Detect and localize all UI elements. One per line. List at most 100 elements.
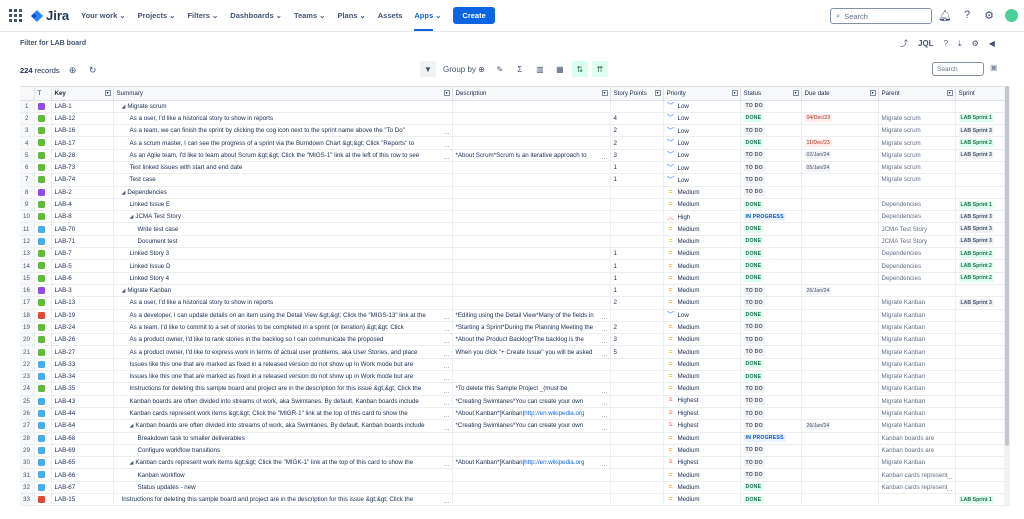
description-cell[interactable] [452, 432, 611, 445]
table-row[interactable]: 22 LAB-33 Issues like this one that are ma… [20, 358, 1004, 372]
status-cell[interactable]: TO DO [740, 444, 802, 458]
sum-icon[interactable]: Σ [511, 61, 528, 77]
status-cell[interactable]: TO DO [740, 407, 802, 421]
status-cell[interactable]: DONE [740, 112, 802, 126]
priority-cell[interactable]: = Medium [663, 259, 741, 273]
status-cell[interactable]: TO DO [740, 284, 802, 298]
due-date-cell[interactable] [801, 444, 879, 458]
status-badge[interactable]: DONE [743, 114, 764, 123]
table-row[interactable]: 13 LAB-7 Linked Story 3 1 = Medium DONE Depende… [20, 247, 1004, 261]
priority-cell[interactable]: ﹀ Low [663, 161, 741, 175]
sprint-cell[interactable] [955, 468, 1004, 482]
collapse-icon[interactable]: ◢ [130, 423, 134, 429]
priority-cell[interactable]: ⩯ Highest [663, 456, 741, 470]
status-badge[interactable]: DONE [743, 237, 764, 246]
parent-cell[interactable]: Migrate Kanban [878, 345, 956, 359]
issue-key[interactable]: LAB-19 [55, 312, 76, 319]
collapse-icon[interactable]: ◢ [122, 190, 126, 196]
summary-cell[interactable]: As a user, I'd like a historical story t… [113, 112, 453, 126]
table-row[interactable]: 12 LAB-71 Document test = Medium DONE JCMA Tes… [20, 235, 1004, 249]
parent-cell[interactable]: Dependencies [878, 198, 956, 212]
status-cell[interactable]: TO DO [740, 419, 802, 433]
story-points-cell[interactable]: 5 [610, 345, 664, 359]
table-row[interactable]: 25 LAB-43 Kanban boards are often divided … [20, 395, 1004, 408]
nav-assets[interactable]: Assets [378, 11, 403, 20]
story-points-cell[interactable]: 1 [610, 161, 664, 175]
summary-cell[interactable]: As a scrum master, I can see the progres… [113, 136, 453, 150]
priority-cell[interactable]: = Medium [663, 345, 741, 359]
summary-cell[interactable]: Kanban cards represent work items &gt;&g… [113, 407, 453, 421]
more-icon[interactable]: … [444, 339, 450, 344]
due-date-cell[interactable]: 26/Jan/24 [801, 419, 879, 433]
settings-icon[interactable]: ⚙ [972, 39, 979, 48]
issue-key[interactable]: LAB-64 [55, 422, 76, 429]
priority-cell[interactable]: = Medium [663, 444, 741, 458]
column-header-description[interactable]: Description ▾ [452, 87, 611, 101]
parent-cell[interactable] [878, 186, 956, 199]
description-cell[interactable]: *About Kanban*[Kanban|http://en.wikipedi… [452, 407, 611, 421]
key-cell[interactable]: LAB-27 [51, 345, 114, 359]
due-date-cell[interactable] [801, 259, 879, 273]
more-icon[interactable]: … [444, 462, 450, 467]
summary-cell[interactable]: As a team, we can finish the sprint by c… [113, 124, 453, 138]
global-search-input[interactable]: ⌕ Search [830, 8, 932, 24]
description-cell[interactable] [452, 481, 611, 495]
status-badge[interactable]: TO DO [743, 446, 765, 455]
summary-cell[interactable]: Kanban workflow [113, 468, 453, 482]
sprint-cell[interactable] [955, 173, 1004, 187]
key-cell[interactable]: LAB-17 [51, 136, 114, 150]
key-cell[interactable]: LAB-35 [51, 382, 114, 396]
status-cell[interactable]: DONE [740, 247, 802, 261]
more-icon[interactable]: … [444, 389, 450, 394]
more-icon[interactable]: … [602, 327, 608, 332]
status-badge[interactable]: DONE [743, 311, 764, 320]
status-cell[interactable]: TO DO [740, 149, 802, 162]
more-icon[interactable]: … [444, 130, 450, 135]
column-header-key[interactable]: Key ▾ [51, 87, 114, 101]
story-points-cell[interactable]: 1 [610, 173, 664, 187]
parent-cell[interactable]: Migrate Kanban [878, 395, 956, 408]
story-points-cell[interactable] [610, 382, 664, 396]
more-icon[interactable]: … [602, 413, 608, 418]
parent-cell[interactable]: Dependencies [878, 272, 956, 285]
priority-cell[interactable]: = Medium [663, 235, 741, 249]
due-date-cell[interactable] [801, 493, 879, 506]
more-icon[interactable]: … [444, 426, 450, 431]
issue-key[interactable]: LAB-71 [55, 238, 76, 245]
summary-cell[interactable]: As a team, I'd like to commit to a set o… [113, 321, 453, 335]
story-points-cell[interactable] [610, 370, 664, 384]
status-badge[interactable]: DONE [743, 225, 764, 234]
key-cell[interactable]: LAB-4 [51, 198, 114, 212]
summary-cell[interactable]: Write test case [113, 222, 453, 236]
column-header-sprint[interactable]: Sprint [955, 87, 1004, 101]
issue-key[interactable]: LAB-73 [55, 164, 76, 171]
collapse-icon[interactable]: ◢ [130, 214, 134, 220]
table-row[interactable]: 32 LAB-67 Status updates - new = Medium DONE K… [20, 481, 1004, 495]
chevron-down-icon[interactable]: ▾ [869, 90, 876, 96]
description-cell[interactable] [452, 235, 611, 249]
priority-cell[interactable]: = Medium [663, 382, 741, 396]
issue-key[interactable]: LAB-13 [55, 299, 76, 306]
parent-cell[interactable]: Migrate Kanban [878, 419, 956, 433]
key-cell[interactable]: LAB-64 [51, 419, 114, 433]
issue-key[interactable]: LAB-27 [55, 349, 76, 356]
summary-cell[interactable]: Status updates - new [113, 481, 453, 495]
chevron-down-icon[interactable]: ▾ [601, 90, 608, 96]
key-cell[interactable]: LAB-8 [51, 210, 114, 224]
description-cell[interactable] [452, 444, 611, 458]
nav-your-work[interactable]: Your work [81, 11, 117, 20]
story-points-cell[interactable] [610, 493, 664, 506]
download-icon[interactable]: ⤓ [958, 39, 962, 49]
more-icon[interactable]: … [444, 376, 450, 381]
parent-cell[interactable]: Migrate Kanban [878, 382, 956, 396]
sprint-cell[interactable] [955, 161, 1004, 175]
summary-cell[interactable]: As a developer, I can update details on … [113, 309, 453, 322]
story-points-cell[interactable] [610, 432, 664, 445]
parent-cell[interactable] [878, 284, 956, 298]
issue-key[interactable]: LAB-12 [55, 115, 76, 122]
issue-key[interactable]: LAB-74 [55, 176, 76, 183]
story-points-cell[interactable] [610, 222, 664, 236]
due-date-cell[interactable] [801, 124, 879, 138]
priority-cell[interactable]: ⩯ Highest [663, 407, 741, 421]
sprint-cell[interactable] [955, 382, 1004, 396]
